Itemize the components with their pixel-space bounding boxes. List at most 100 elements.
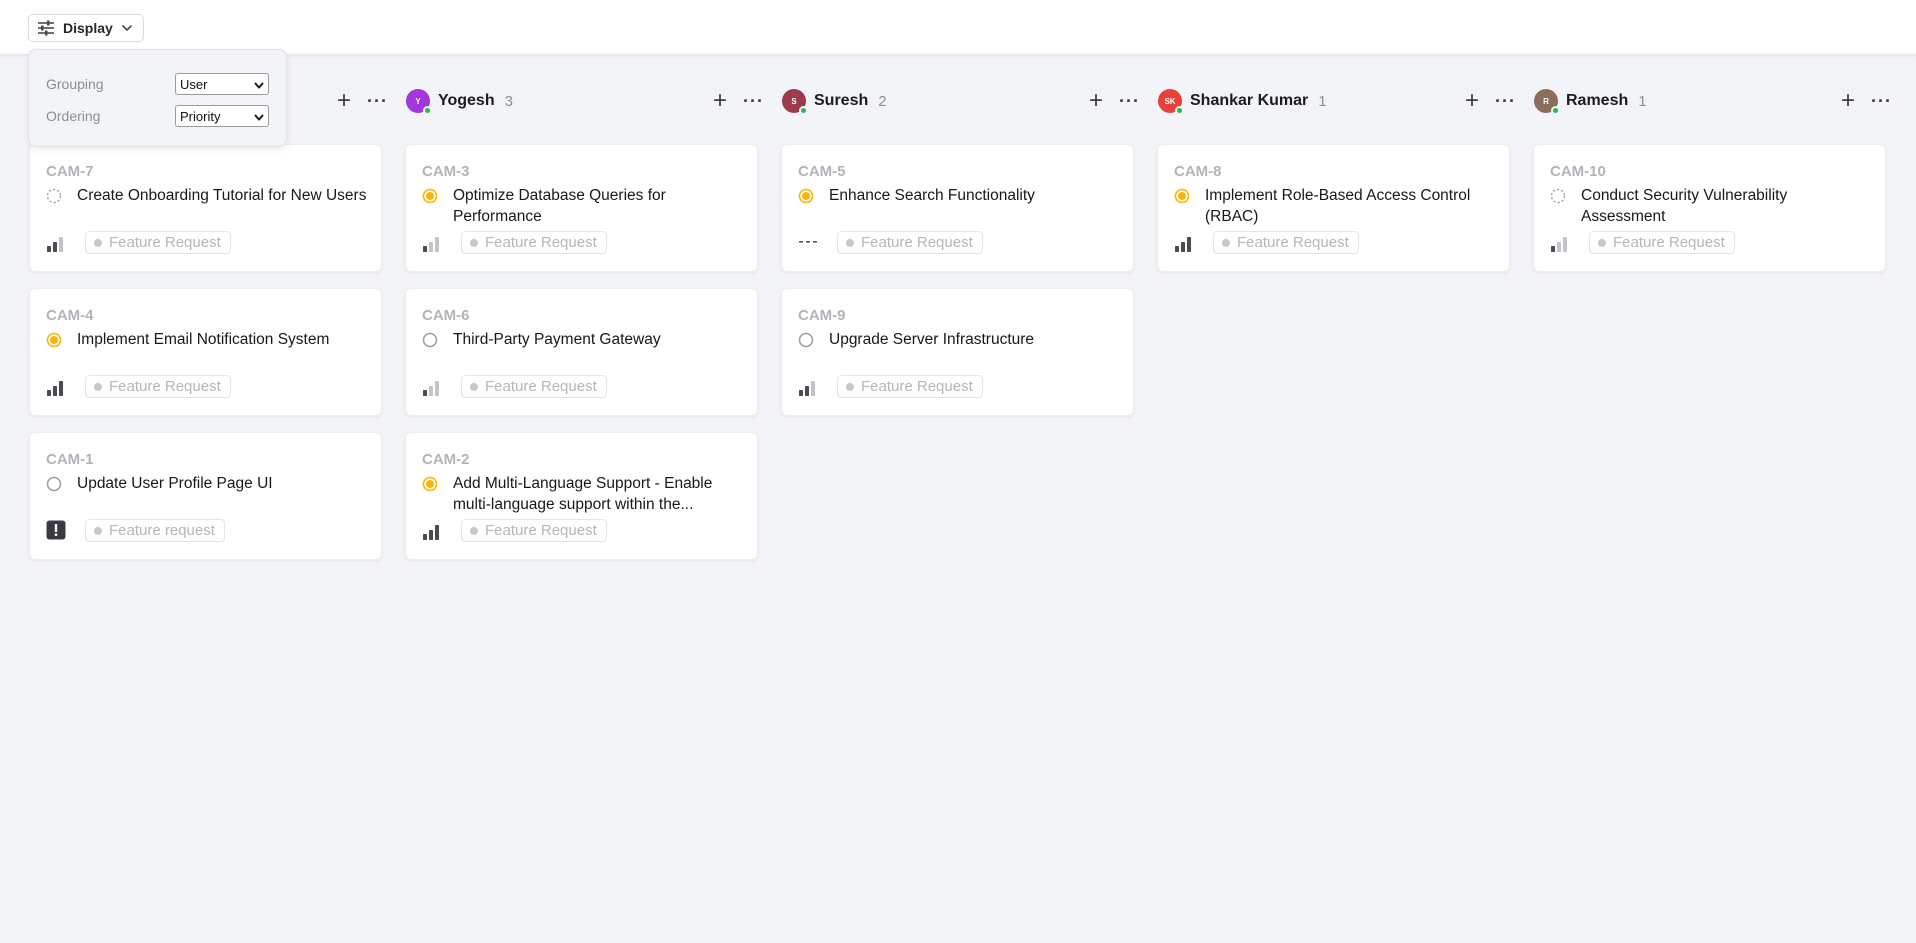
column-header-suresh: S Suresh 2 xyxy=(782,88,887,115)
online-status-dot xyxy=(423,106,432,115)
issue-card[interactable]: CAM-3 Optimize Database Queries for Perfo… xyxy=(405,144,758,272)
column-count: 1 xyxy=(1638,92,1647,110)
status-todo-icon[interactable] xyxy=(422,332,438,348)
label-badge[interactable]: Feature Request xyxy=(461,375,607,398)
priority-medium-icon[interactable] xyxy=(46,230,68,252)
label-badge[interactable]: Feature Request xyxy=(1589,231,1735,254)
add-issue-button[interactable]: + xyxy=(1841,89,1855,113)
issue-card[interactable]: CAM-7 Create Onboarding Tutorial for New … xyxy=(29,144,382,272)
add-issue-button[interactable]: + xyxy=(1089,89,1103,113)
priority-low-icon[interactable] xyxy=(1550,230,1572,252)
priority-high-icon[interactable] xyxy=(46,374,68,396)
issue-title: Upgrade Server Infrastructure xyxy=(829,331,1035,348)
label-dot-icon xyxy=(470,238,478,247)
ordering-row: Ordering Priority xyxy=(46,105,269,127)
priority-low-icon[interactable] xyxy=(422,374,444,396)
issue-card[interactable]: CAM-2 Add Multi-Language Support - Enable… xyxy=(405,432,758,560)
label-badge[interactable]: Feature Request xyxy=(461,519,607,542)
priority-none-icon[interactable] xyxy=(798,230,820,252)
more-options-button[interactable]: ··· xyxy=(1119,91,1140,112)
grouping-label: Grouping xyxy=(46,76,104,92)
chevron-down-icon xyxy=(121,24,133,32)
more-options-button[interactable]: ··· xyxy=(367,91,388,112)
issue-card[interactable]: CAM-5 Enhance Search Functionality Feature… xyxy=(781,144,1134,272)
issue-title: Update User Profile Page UI xyxy=(77,475,273,492)
status-in-progress-icon[interactable] xyxy=(422,188,438,204)
issue-card[interactable]: CAM-8 Implement Role-Based Access Control… xyxy=(1157,144,1510,272)
priority-low-icon[interactable] xyxy=(422,230,444,252)
issue-title: Add Multi-Language Support - Enable mult… xyxy=(453,475,713,513)
label-badge[interactable]: Feature Request xyxy=(85,375,231,398)
label-badge[interactable]: Feature request xyxy=(85,519,225,542)
label-text: Feature Request xyxy=(485,234,597,251)
issue-id: CAM-1 xyxy=(46,451,94,468)
status-todo-icon[interactable] xyxy=(798,332,814,348)
label-dot-icon xyxy=(1222,238,1230,247)
sliders-icon xyxy=(37,20,55,36)
online-status-dot xyxy=(799,106,808,115)
priority-high-icon[interactable] xyxy=(422,518,444,540)
label-text: Feature Request xyxy=(861,378,973,395)
issue-card[interactable]: CAM-6 Third-Party Payment Gateway Feature … xyxy=(405,288,758,416)
label-dot-icon xyxy=(846,238,854,247)
issue-title: Implement Role-Based Access Control (RBA… xyxy=(1205,187,1471,225)
priority-urgent-icon[interactable] xyxy=(46,518,68,540)
column-title: Suresh xyxy=(814,92,869,109)
issue-card[interactable]: CAM-1 Update User Profile Page UI Feature … xyxy=(29,432,382,560)
issue-id: CAM-10 xyxy=(1550,163,1606,180)
label-badge[interactable]: Feature Request xyxy=(837,231,983,254)
column-header-shankar-kumar: SK Shankar Kumar 1 xyxy=(1158,88,1327,115)
column-actions: + ··· xyxy=(337,88,388,114)
issue-id: CAM-3 xyxy=(422,163,470,180)
label-badge[interactable]: Feature Request xyxy=(837,375,983,398)
more-options-button[interactable]: ··· xyxy=(1871,91,1892,112)
priority-medium-icon[interactable] xyxy=(798,374,820,396)
label-text: Feature Request xyxy=(485,522,597,539)
label-text: Feature Request xyxy=(109,234,221,251)
avatar-initials: S xyxy=(791,96,797,106)
add-issue-button[interactable]: + xyxy=(713,89,727,113)
column-count: 1 xyxy=(1318,92,1327,110)
issue-title: Third-Party Payment Gateway xyxy=(453,331,661,348)
issue-title: Optimize Database Queries for Performanc… xyxy=(453,187,666,225)
label-badge[interactable]: Feature Request xyxy=(85,231,231,254)
priority-high-icon[interactable] xyxy=(1174,230,1196,252)
more-options-button[interactable]: ··· xyxy=(743,91,764,112)
avatar: R xyxy=(1534,89,1560,115)
column-title: Yogesh xyxy=(438,92,495,109)
add-issue-button[interactable]: + xyxy=(337,89,351,113)
ordering-select[interactable]: Priority xyxy=(175,105,269,127)
column-count: 3 xyxy=(504,92,513,110)
issue-card[interactable]: CAM-9 Upgrade Server Infrastructure Featur… xyxy=(781,288,1134,416)
chevron-down-icon xyxy=(254,109,264,124)
label-badge[interactable]: Feature Request xyxy=(461,231,607,254)
status-in-progress-icon[interactable] xyxy=(798,188,814,204)
display-button[interactable]: Display xyxy=(28,14,144,42)
status-in-progress-icon[interactable] xyxy=(422,476,438,492)
add-issue-button[interactable]: + xyxy=(1465,89,1479,113)
status-backlog-icon[interactable] xyxy=(46,188,62,204)
more-options-button[interactable]: ··· xyxy=(1495,91,1516,112)
label-text: Feature Request xyxy=(109,378,221,395)
grouping-select[interactable]: User xyxy=(175,73,269,95)
display-options-popover: Grouping User Ordering Priority xyxy=(28,49,287,147)
issue-id: CAM-2 xyxy=(422,451,470,468)
issue-card[interactable]: CAM-10 Conduct Security Vulnerability Ass… xyxy=(1533,144,1886,272)
label-badge[interactable]: Feature Request xyxy=(1213,231,1359,254)
grouping-select-value: User xyxy=(180,76,208,92)
avatar-initials: R xyxy=(1543,96,1549,106)
status-in-progress-icon[interactable] xyxy=(1174,188,1190,204)
avatar-initials: Y xyxy=(415,96,421,106)
display-button-label: Display xyxy=(63,20,113,36)
label-text: Feature Request xyxy=(1237,234,1349,251)
status-backlog-icon[interactable] xyxy=(1550,188,1566,204)
column-actions: + ··· xyxy=(713,88,764,114)
label-dot-icon xyxy=(94,382,102,391)
avatar: S xyxy=(782,89,808,115)
label-text: Feature Request xyxy=(485,378,597,395)
issue-id: CAM-8 xyxy=(1174,163,1222,180)
issue-title: Enhance Search Functionality xyxy=(829,187,1035,204)
status-todo-icon[interactable] xyxy=(46,476,62,492)
status-in-progress-icon[interactable] xyxy=(46,332,62,348)
issue-card[interactable]: CAM-4 Implement Email Notification System… xyxy=(29,288,382,416)
